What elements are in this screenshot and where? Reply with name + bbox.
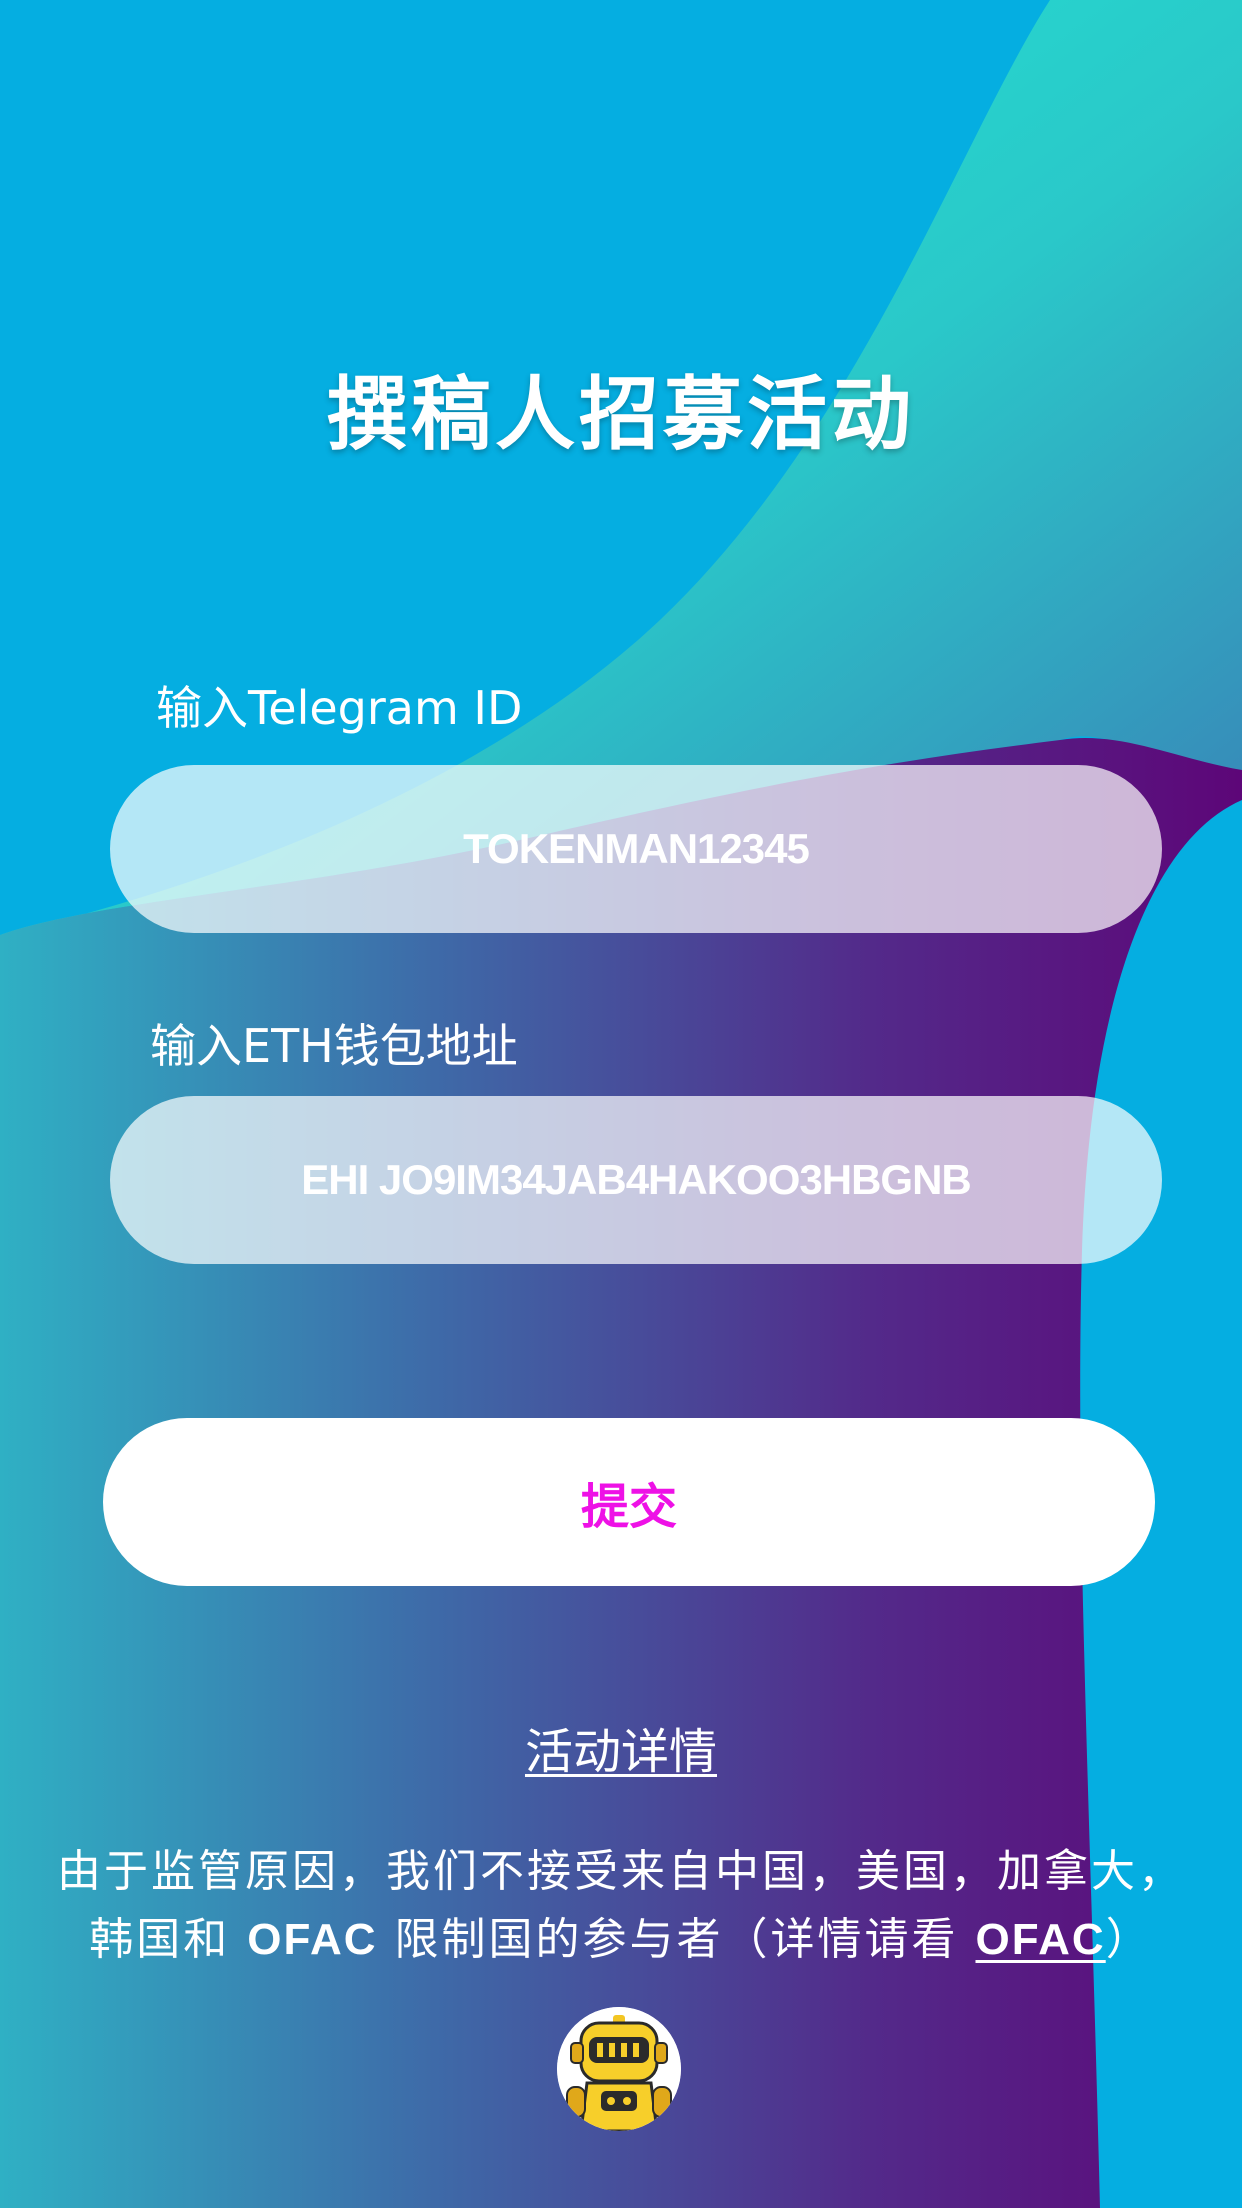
telegram-id-input[interactable] [110,765,1162,933]
eth-wallet-input[interactable] [110,1096,1162,1264]
activity-details-link[interactable]: 活动详情 [525,1724,717,1780]
activity-details-container: 活动详情 [0,1712,1242,1782]
eth-wallet-label: 输入ETH钱包地址 [150,1019,518,1073]
notice-line-2-suffix: ） [1105,1914,1153,1965]
notice-line-2-prefix: 韩国和 [89,1914,248,1965]
notice-line-2-middle: 限制国的参与者（详情请看 [377,1914,976,1965]
ofac-link[interactable]: OFAC [975,1915,1105,1964]
notice-ofac-text: OFAC [247,1915,378,1964]
notice-line-1: 由于监管原因，我们不接受来自中国，美国，加拿大， [57,1846,1185,1897]
robot-mascot-icon [557,2007,681,2131]
page-title: 撰稿人招募活动 [327,368,915,461]
restriction-notice: 由于监管原因，我们不接受来自中国，美国，加拿大， 韩国和 OFAC 限制国的参与… [40,1838,1202,1974]
notice-line-2: 韩国和 OFAC 限制国的参与者（详情请看 OFAC） [40,1906,1202,1974]
submit-button[interactable]: 提交 [103,1418,1155,1586]
telegram-id-label: 输入Telegram ID [156,681,523,735]
